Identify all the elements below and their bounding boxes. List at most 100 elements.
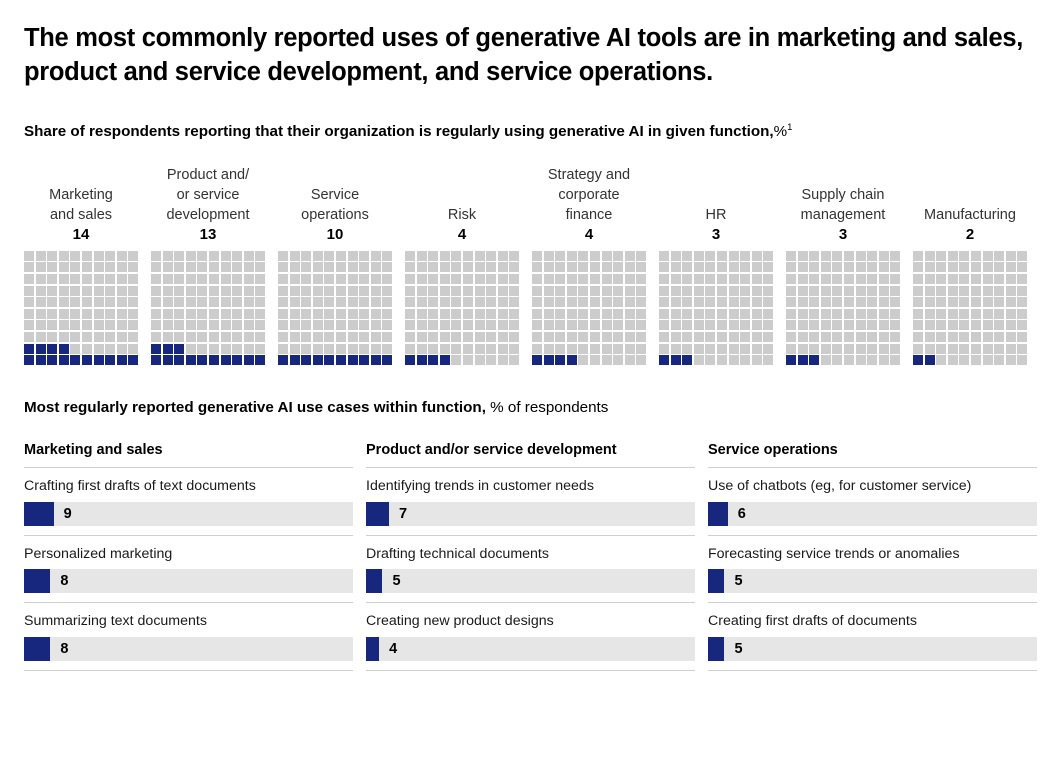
waffle-cell-empty [151,262,161,273]
waffle-cell-empty [451,343,462,354]
waffle-cell-empty [58,250,69,261]
waffle-cell-empty [890,332,901,343]
waffle-cell-empty [613,355,624,366]
waffle-cell-empty [289,262,300,273]
waffle-cell-empty [301,332,312,343]
waffle-cell-empty [347,250,358,261]
waffle-cell-empty [751,274,762,285]
waffle-cell-empty [589,297,600,308]
waffle-cell-empty [93,332,104,343]
waffle-cell-empty [335,320,346,331]
infographic-page: The most commonly reported uses of gener… [0,0,1060,761]
waffle-cell-empty [243,297,254,308]
waffle-cell-empty [947,297,958,308]
waffle-cell-filled [405,355,415,366]
waffle-grid [913,250,1028,366]
waffle-grid [532,250,647,366]
waffle-cell-empty [220,308,231,319]
waffle-cell-empty [947,308,958,319]
waffle-cell-empty [1017,343,1028,354]
waffle-cell-empty [682,297,693,308]
waffle-cell-empty [566,274,577,285]
waffle-block: Manufacturing 2 [913,205,1028,366]
waffle-cell-empty [970,343,981,354]
waffle-cell-empty [670,274,681,285]
waffle-cell-empty [359,262,370,273]
waffle-cell-empty [751,285,762,296]
waffle-cell-empty [855,262,866,273]
use-case-bar-fill [24,636,51,661]
use-case-bar-value: 8 [60,640,69,657]
waffle-cell-empty [255,297,266,308]
waffle-cell-empty [324,262,335,273]
waffle-cell-empty [497,332,508,343]
use-case-bar-track: 9 [24,501,353,526]
waffle-cell-empty [532,285,542,296]
waffle-cell-empty [970,274,981,285]
use-case-bar-fill [366,569,383,594]
waffle-grid [24,250,139,366]
waffle-cell-filled [93,355,104,366]
waffle-cell-filled [232,355,243,366]
waffle-cell-empty [58,297,69,308]
waffle-cell-empty [255,308,266,319]
waffle-cell-filled [208,355,219,366]
waffle-cell-empty [47,308,58,319]
waffle-cell-empty [855,320,866,331]
waffle-cell-empty [624,343,635,354]
waffle-cell-empty [890,297,901,308]
waffle-cell-empty [439,250,450,261]
waffle-cell-empty [70,332,81,343]
waffle-cell-empty [682,308,693,319]
waffle-cell-empty [347,297,358,308]
waffle-cell-empty [70,285,81,296]
waffle-cell-empty [509,250,520,261]
waffle-cell-empty [451,262,462,273]
waffle-cell-empty [185,262,196,273]
waffle-cell-empty [820,262,831,273]
waffle-cell-empty [878,285,889,296]
waffle-cell-empty [208,274,219,285]
waffle-cell-empty [659,308,669,319]
waffle-cell-empty [693,343,704,354]
waffle-cell-empty [913,274,923,285]
waffle-cell-empty [462,355,473,366]
waffle-cell-empty [855,274,866,285]
waffle-cell-empty [128,332,139,343]
waffle-cell-empty [820,320,831,331]
waffle-cell-filled [24,343,34,354]
waffle-cell-empty [693,308,704,319]
waffle-cell-empty [601,320,612,331]
waffle-cell-empty [555,320,566,331]
waffle-cell-filled [439,355,450,366]
waffle-cell-empty [959,274,970,285]
waffle-cell-empty [497,297,508,308]
waffle-cell-empty [278,308,288,319]
waffle-cell-empty [428,308,439,319]
waffle-cell-empty [566,320,577,331]
waffle-cell-empty [613,297,624,308]
waffle-cell-empty [624,332,635,343]
waffle-cell-empty [878,343,889,354]
waffle-cell-empty [936,262,947,273]
waffle-cell-empty [243,343,254,354]
waffle-cell-empty [382,332,393,343]
waffle-cell-empty [763,250,774,261]
use-case-bar-track: 5 [708,569,1037,594]
waffle-cell-empty [243,262,254,273]
waffle-cell-empty [843,343,854,354]
waffle-cell-empty [47,320,58,331]
waffle-cell-empty [566,262,577,273]
waffle-cell-empty [994,262,1005,273]
waffle-cell-empty [820,343,831,354]
waffle-cell-empty [693,297,704,308]
waffle-cell-empty [797,274,808,285]
waffle-cell-empty [716,343,727,354]
waffle-label: Service operations [301,186,369,223]
waffle-cell-empty [232,332,243,343]
waffle-cell-empty [220,332,231,343]
use-case-bar-fill [366,501,390,526]
waffle-cell-filled [416,355,427,366]
waffle-cell-empty [601,262,612,273]
waffle-cell-empty [312,262,323,273]
